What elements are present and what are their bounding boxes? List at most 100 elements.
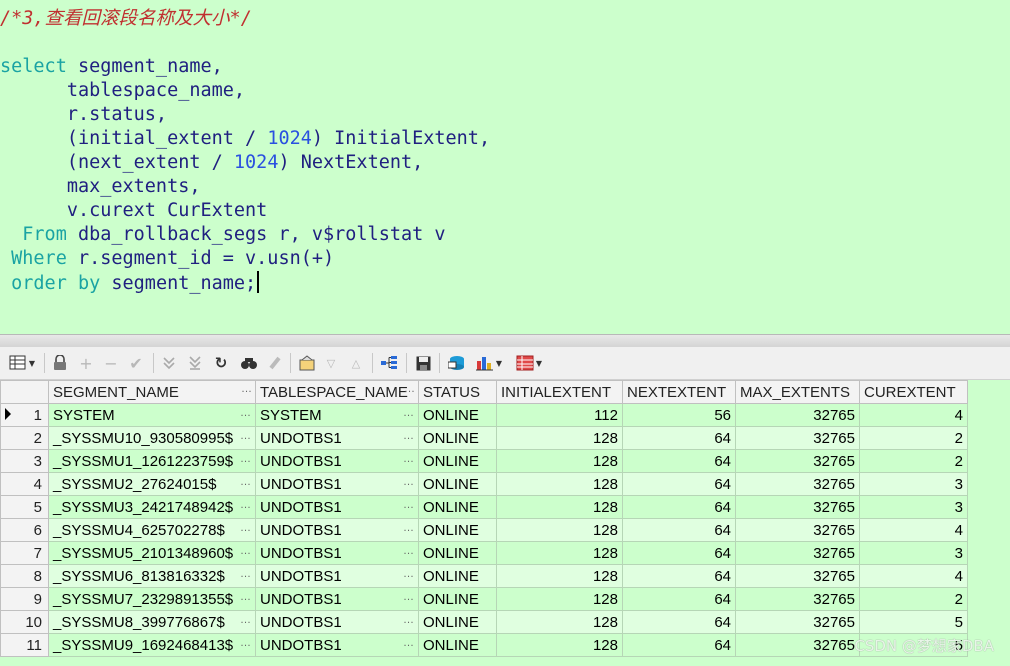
cell-status[interactable]: ONLINE [418, 633, 497, 657]
cell-segment-name[interactable]: … _SYSSMU6_813816332$ [48, 564, 256, 588]
cell-max-extents[interactable]: 32765 [735, 564, 860, 588]
cell-editor-icon[interactable]: … [403, 522, 414, 534]
pane-splitter[interactable] [0, 334, 1010, 348]
cell-curextent[interactable]: 2 [859, 449, 968, 473]
cell-nextextent[interactable]: 64 [622, 564, 736, 588]
cell-initialextent[interactable]: 128 [496, 541, 623, 565]
cell-tablespace-name[interactable]: … UNDOTBS1 [255, 564, 419, 588]
cell-max-extents[interactable]: 32765 [735, 518, 860, 542]
cell-status[interactable]: ONLINE [418, 610, 497, 634]
cell-editor-icon[interactable]: … [240, 545, 251, 557]
column-header-curextent[interactable]: CUREXTENT [859, 380, 968, 404]
row-number[interactable]: 5 [0, 495, 49, 519]
cell-status[interactable]: ONLINE [418, 518, 497, 542]
cell-editor-icon[interactable]: … [240, 568, 251, 580]
cell-editor-icon[interactable]: … [240, 430, 251, 442]
cell-max-extents[interactable]: 32765 [735, 472, 860, 496]
row-number[interactable]: 2 [0, 426, 49, 450]
cell-initialextent[interactable]: 112 [496, 403, 623, 427]
cell-max-extents[interactable]: 32765 [735, 587, 860, 611]
chart-icon[interactable]: ▼ [474, 353, 504, 373]
cell-segment-name[interactable]: … _SYSSMU2_27624015$ [48, 472, 256, 496]
cell-initialextent[interactable]: 128 [496, 564, 623, 588]
cell-nextextent[interactable]: 64 [622, 541, 736, 565]
cell-initialextent[interactable]: 128 [496, 633, 623, 657]
cell-editor-icon[interactable]: … [403, 453, 414, 465]
cell-max-extents[interactable]: 32765 [735, 541, 860, 565]
last-record-icon[interactable] [186, 353, 204, 373]
cell-segment-name[interactable]: … _SYSSMU9_1692468413$ [48, 633, 256, 657]
cell-status[interactable]: ONLINE [418, 426, 497, 450]
cell-segment-name[interactable]: … _SYSSMU5_2101348960$ [48, 541, 256, 565]
export-icon[interactable] [446, 353, 468, 373]
cell-segment-name[interactable]: … _SYSSMU3_2421748942$ [48, 495, 256, 519]
cell-segment-name[interactable]: … _SYSSMU10_930580995$ [48, 426, 256, 450]
cell-initialextent[interactable]: 128 [496, 472, 623, 496]
refresh-icon[interactable]: ↻ [212, 353, 230, 373]
cell-curextent[interactable]: 5 [859, 610, 968, 634]
cell-segment-name[interactable]: … _SYSSMU4_625702278$ [48, 518, 256, 542]
cell-initialextent[interactable]: 128 [496, 426, 623, 450]
cell-tablespace-name[interactable]: … SYSTEM [255, 403, 419, 427]
add-record-icon[interactable]: + [77, 353, 95, 373]
cell-segment-name[interactable]: … _SYSSMU8_399776867$ [48, 610, 256, 634]
tree-view-icon[interactable] [378, 353, 400, 373]
table-row[interactable]: 3 … _SYSSMU1_1261223759$ … UNDOTBS1 ONLINE 128… [0, 449, 968, 473]
cell-curextent[interactable]: 3 [859, 495, 968, 519]
next-record-icon[interactable] [160, 353, 178, 373]
table-row[interactable]: 5 … _SYSSMU3_2421748942$ … UNDOTBS1 ONLINE 128… [0, 495, 968, 519]
cell-curextent[interactable]: 2 [859, 426, 968, 450]
post-edit-icon[interactable]: ✔ [126, 353, 146, 373]
cell-tablespace-name[interactable]: … UNDOTBS1 [255, 472, 419, 496]
cell-tablespace-name[interactable]: … UNDOTBS1 [255, 495, 419, 519]
column-menu-icon[interactable]: … [241, 383, 252, 395]
row-number[interactable]: 9 [0, 587, 49, 611]
cell-initialextent[interactable]: 128 [496, 610, 623, 634]
cell-curextent[interactable]: 4 [859, 403, 968, 427]
cell-tablespace-name[interactable]: … UNDOTBS1 [255, 587, 419, 611]
cell-status[interactable]: ONLINE [418, 403, 497, 427]
cell-segment-name[interactable]: … _SYSSMU1_1261223759$ [48, 449, 256, 473]
cell-nextextent[interactable]: 64 [622, 426, 736, 450]
cell-curextent[interactable]: 3 [859, 472, 968, 496]
column-header-segment-name[interactable]: SEGMENT_NAME… [48, 380, 256, 404]
cell-editor-icon[interactable]: … [240, 614, 251, 626]
table-row[interactable]: 6 … _SYSSMU4_625702278$ … UNDOTBS1 ONLINE 128 6… [0, 518, 968, 542]
cell-nextextent[interactable]: 64 [622, 495, 736, 519]
table-row[interactable]: 1 … SYSTEM … SYSTEM ONLINE 112 56 32765 4 [0, 403, 968, 427]
cell-nextextent[interactable]: 64 [622, 610, 736, 634]
cell-editor-icon[interactable]: … [403, 591, 414, 603]
column-header-tablespace-name[interactable]: TABLESPACE_NAME… [255, 380, 419, 404]
cell-editor-icon[interactable]: … [240, 499, 251, 511]
row-number[interactable]: 4 [0, 472, 49, 496]
grid-corner[interactable] [0, 380, 49, 404]
find-icon[interactable] [238, 353, 260, 373]
cell-editor-icon[interactable]: … [240, 407, 251, 419]
row-number[interactable]: 11 [0, 633, 49, 657]
column-header-status[interactable]: STATUS [418, 380, 497, 404]
cell-status[interactable]: ONLINE [418, 472, 497, 496]
cell-editor-icon[interactable]: … [403, 476, 414, 488]
cell-editor-icon[interactable]: … [403, 407, 414, 419]
cell-max-extents[interactable]: 32765 [735, 403, 860, 427]
table-row[interactable]: 4 … _SYSSMU2_27624015$ … UNDOTBS1 ONLINE 128 64… [0, 472, 968, 496]
cell-editor-icon[interactable]: … [403, 637, 414, 649]
column-header-nextextent[interactable]: NEXTEXTENT [622, 380, 736, 404]
cell-initialextent[interactable]: 128 [496, 587, 623, 611]
cell-nextextent[interactable]: 64 [622, 633, 736, 657]
cell-max-extents[interactable]: 32765 [735, 495, 860, 519]
cell-editor-icon[interactable]: … [240, 476, 251, 488]
sql-editor[interactable]: /*3,查看回滚段名称及大小*/ select segment_name, ta… [0, 0, 1010, 334]
cell-max-extents[interactable]: 32765 [735, 449, 860, 473]
cell-status[interactable]: ONLINE [418, 564, 497, 588]
cell-tablespace-name[interactable]: … UNDOTBS1 [255, 633, 419, 657]
delete-record-icon[interactable]: − [102, 353, 120, 373]
cell-editor-icon[interactable]: … [240, 591, 251, 603]
cell-max-extents[interactable]: 32765 [735, 426, 860, 450]
cell-tablespace-name[interactable]: … UNDOTBS1 [255, 541, 419, 565]
cell-segment-name[interactable]: … SYSTEM [48, 403, 256, 427]
cell-curextent[interactable]: 4 [859, 564, 968, 588]
row-number[interactable]: 7 [0, 541, 49, 565]
cell-nextextent[interactable]: 56 [622, 403, 736, 427]
row-number[interactable]: 1 [0, 403, 49, 427]
